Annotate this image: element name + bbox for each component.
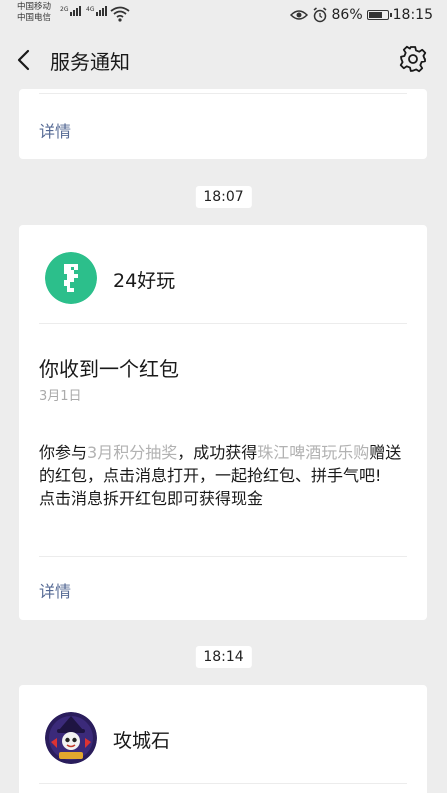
brand-avatar xyxy=(45,712,97,764)
carrier-1: 中国移动 xyxy=(17,2,52,12)
body-text: 你参与 xyxy=(39,443,88,462)
page-title: 服务通知 xyxy=(50,50,130,74)
witch-character-logo-icon xyxy=(45,712,97,764)
eye-icon xyxy=(289,10,308,20)
brand-avatar xyxy=(45,252,97,304)
dinosaur-logo-icon xyxy=(45,252,97,304)
brand-name: 24好玩 xyxy=(113,270,176,292)
alarm-icon xyxy=(313,7,326,23)
gear-icon[interactable] xyxy=(399,45,427,73)
card-divider xyxy=(39,323,407,324)
notification-card-previous[interactable]: 详情 xyxy=(19,89,427,159)
notification-card[interactable]: 攻城石 xyxy=(19,685,427,793)
card-divider xyxy=(39,556,407,557)
network-2-label: 4G xyxy=(86,6,95,13)
details-link[interactable]: 详情 xyxy=(39,578,71,602)
back-button[interactable] xyxy=(12,47,38,73)
timestamp-chip: 18:07 xyxy=(195,186,252,208)
network-1-label: 2G xyxy=(60,6,69,13)
carrier-labels: 中国移动 中国电信 xyxy=(17,2,51,24)
clock: 18:15 xyxy=(392,7,433,23)
message-title: 你收到一个红包 xyxy=(39,357,179,381)
timestamp-chip: 18:14 xyxy=(195,646,252,668)
card-divider xyxy=(39,783,407,784)
status-bar: 中国移动 中国电信 2G 4G 86% 18:15 xyxy=(0,0,447,31)
body-text: ，成功获得 xyxy=(177,443,258,462)
signal-1-icon: 2G xyxy=(60,6,82,16)
card-divider xyxy=(39,93,407,94)
wifi-icon xyxy=(110,6,130,22)
merchant-link[interactable]: 珠江啤酒玩乐购 xyxy=(257,443,369,462)
battery-percent: 86% xyxy=(331,7,363,23)
carrier-2: 中国电信 xyxy=(17,13,52,23)
battery-icon xyxy=(366,10,392,20)
message-date: 3月1日 xyxy=(39,389,82,404)
signal-2-icon: 4G xyxy=(86,6,108,16)
brand-name: 攻城石 xyxy=(113,730,171,752)
header: 服务通知 xyxy=(0,31,447,89)
status-right: 86% 18:15 xyxy=(289,6,433,24)
message-body: 你参与3月积分抽奖，成功获得珠江啤酒玩乐购赠送的红包，点击消息打开，一起抢红包、… xyxy=(39,441,411,510)
activity-link[interactable]: 3月积分抽奖 xyxy=(87,443,177,462)
details-link[interactable]: 详情 xyxy=(39,118,71,142)
notification-card[interactable]: 24好玩 你收到一个红包 3月1日 你参与3月积分抽奖，成功获得珠江啤酒玩乐购赠… xyxy=(19,225,427,620)
body-line-2: 点击消息拆开红包即可获得现金 xyxy=(39,489,264,508)
